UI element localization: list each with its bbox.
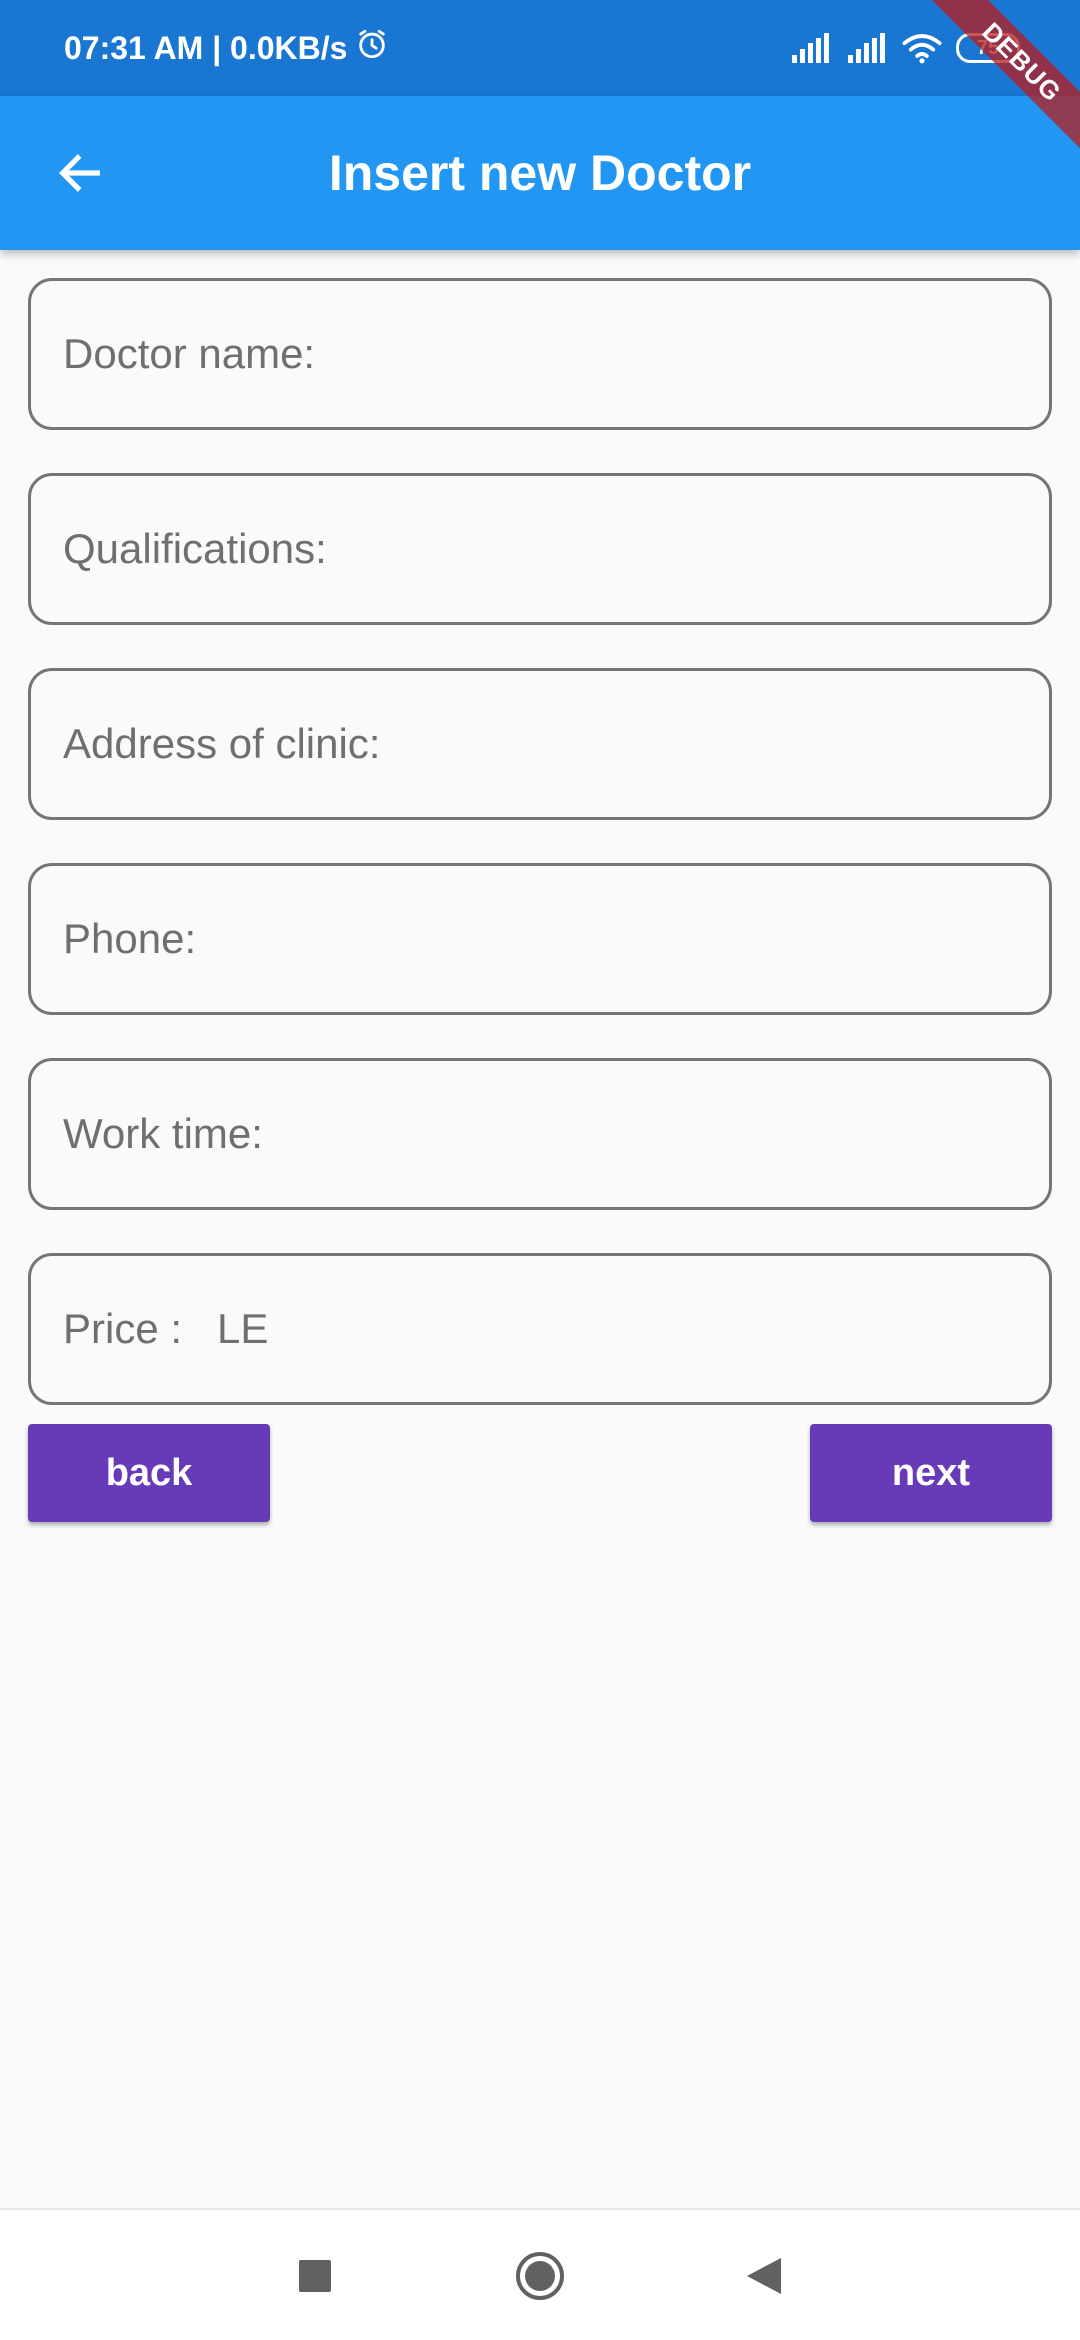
- signal-icon: [846, 33, 888, 63]
- phone-input[interactable]: [63, 915, 1049, 963]
- alarm-icon: [355, 27, 389, 69]
- wifi-icon: [902, 32, 942, 64]
- square-icon[interactable]: [285, 2246, 345, 2306]
- system-nav-bar: [0, 2208, 1080, 2340]
- triangle-icon[interactable]: [734, 2246, 794, 2306]
- signal-icon: [790, 33, 832, 63]
- back-button[interactable]: back: [28, 1424, 270, 1522]
- address-input[interactable]: [63, 720, 1049, 768]
- qualifications-input[interactable]: [63, 525, 1049, 573]
- page-title: Insert new Doctor: [328, 145, 752, 201]
- next-button[interactable]: next: [810, 1424, 1052, 1522]
- battery-level: 75: [976, 36, 1000, 59]
- status-right: 75: [790, 32, 1020, 64]
- circle-icon[interactable]: [510, 2246, 570, 2306]
- doctor-form: [28, 278, 1052, 1448]
- address-field[interactable]: [28, 668, 1052, 820]
- form-buttons: back next: [28, 1424, 1052, 1522]
- doctor-name-input[interactable]: [63, 330, 1049, 378]
- qualifications-field[interactable]: [28, 473, 1052, 625]
- app-bar: Insert new Doctor: [0, 96, 1080, 250]
- work-time-field[interactable]: [28, 1058, 1052, 1210]
- status-time-speed: 07:31 AM | 0.0KB/s: [64, 29, 348, 66]
- price-field[interactable]: [28, 1253, 1052, 1405]
- work-time-input[interactable]: [63, 1110, 1049, 1158]
- price-input[interactable]: [63, 1305, 1049, 1353]
- doctor-name-field[interactable]: [28, 278, 1052, 430]
- status-bar: 07:31 AM | 0.0KB/s 75: [0, 0, 1080, 96]
- status-left: 07:31 AM | 0.0KB/s: [64, 27, 389, 69]
- battery-icon: 75: [956, 33, 1020, 63]
- phone-field[interactable]: [28, 863, 1052, 1015]
